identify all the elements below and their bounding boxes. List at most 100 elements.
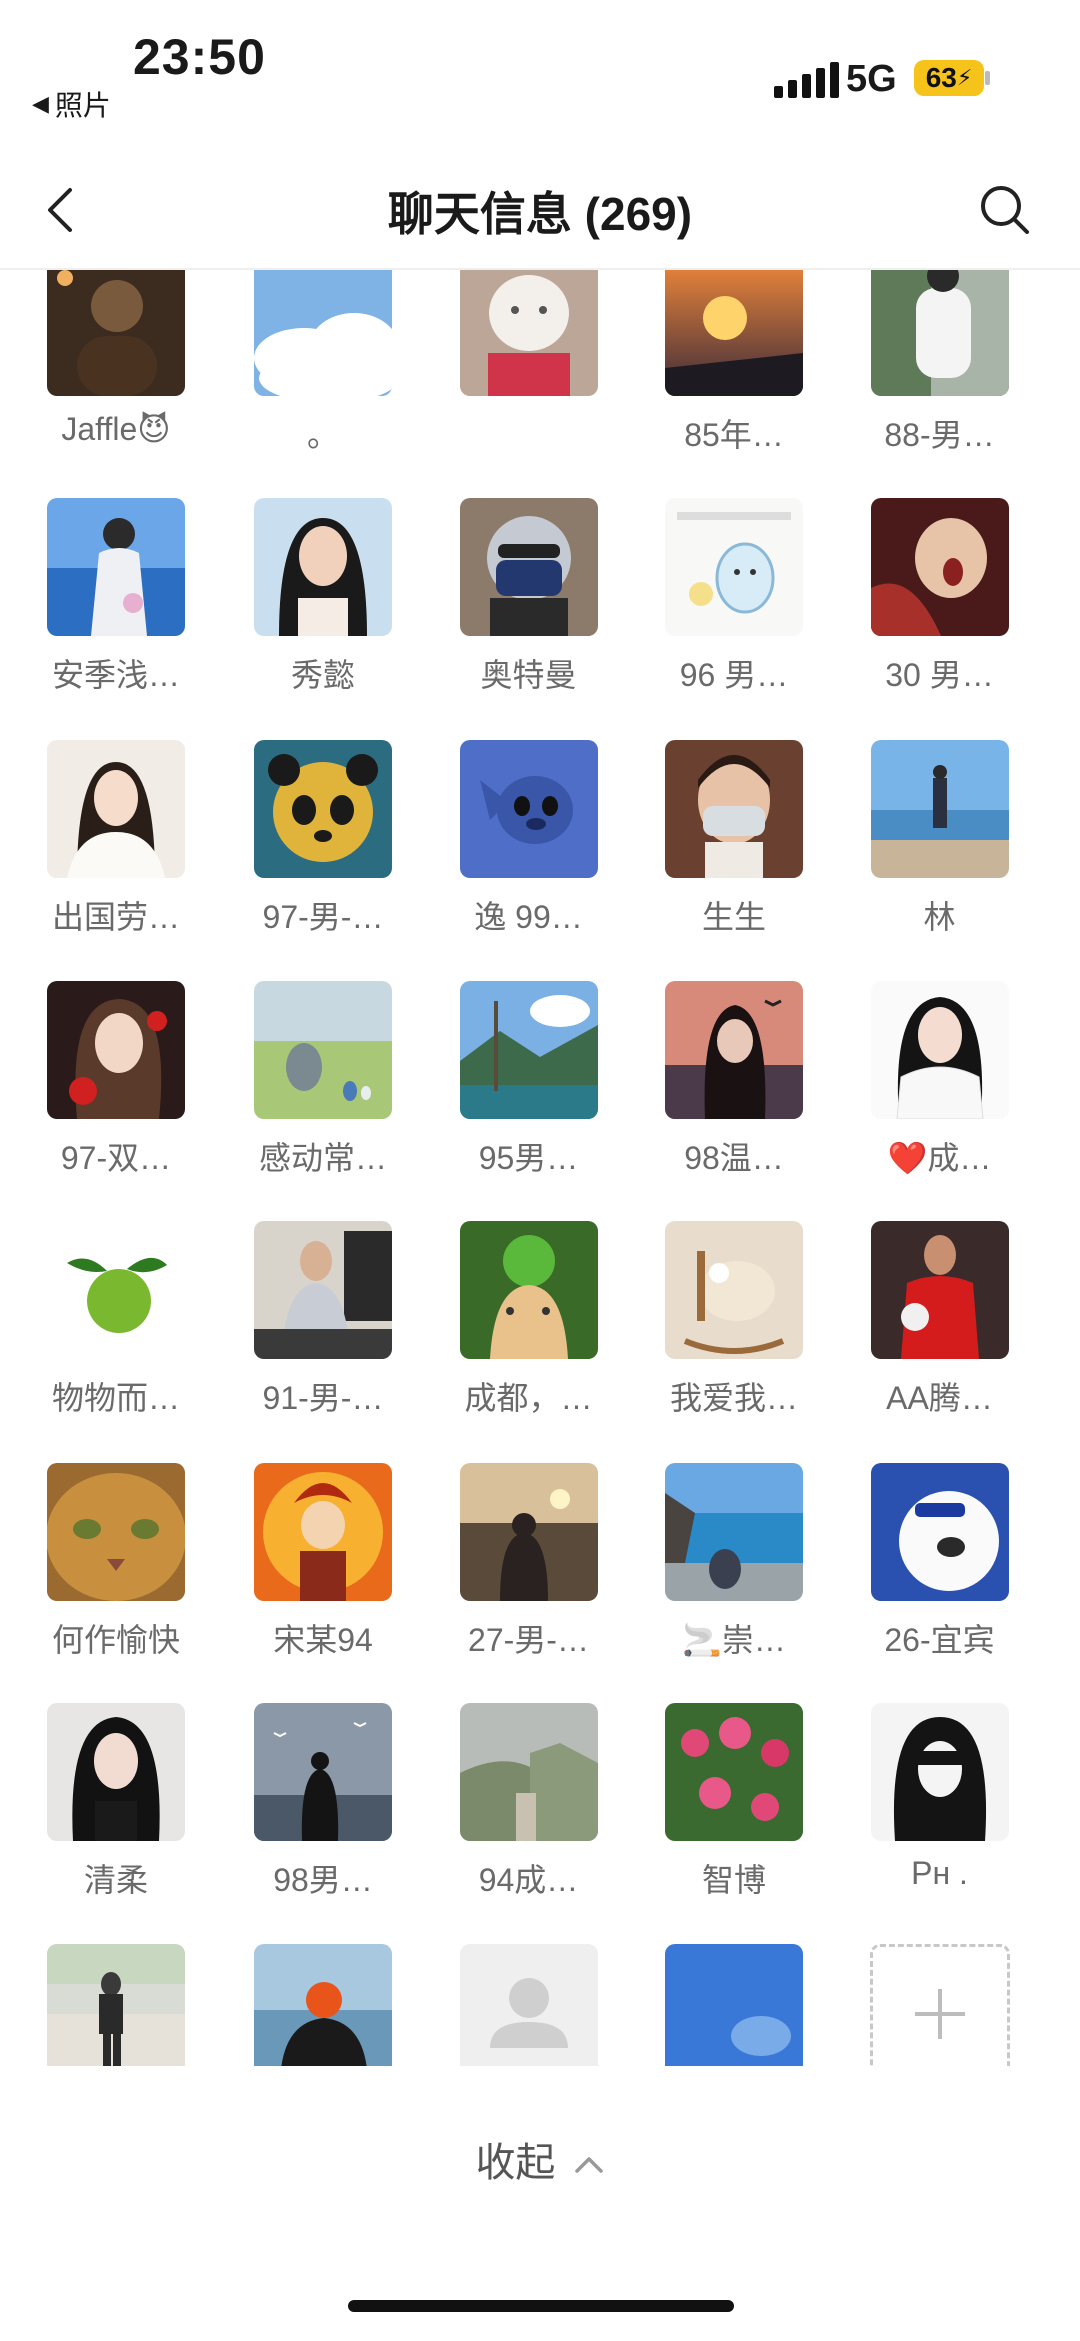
member-item[interactable]: 96 男… (632, 498, 837, 696)
member-item[interactable]: 🚬崇… (632, 1462, 837, 1661)
member-name: ❤️成… (887, 1140, 992, 1176)
member-item[interactable]: AA腾… (837, 1221, 1042, 1419)
battery-icon: 63 ⚡ (914, 60, 984, 96)
avatar (47, 1944, 185, 2066)
plus-icon (869, 1944, 1010, 2066)
avatar (459, 1702, 598, 1841)
member-item[interactable]: 奥特曼 (426, 498, 631, 696)
member-item[interactable]: 91-成… (221, 1944, 426, 2066)
back-triangle-icon: ◀ (32, 91, 49, 116)
search-icon (981, 186, 1029, 234)
member-item[interactable]: 生生 (632, 739, 837, 938)
avatar (870, 1221, 1009, 1359)
member-item[interactable]: 林 (837, 739, 1042, 938)
avatar (459, 1221, 598, 1359)
avatar (459, 981, 598, 1119)
avatar (665, 498, 803, 636)
avatar (47, 1221, 185, 1359)
member-item[interactable]: 91-男-… (221, 1221, 426, 1419)
member-item[interactable]: 27-男-… (426, 1462, 631, 1661)
member-item[interactable]: 98男… (221, 1702, 426, 1901)
avatar (254, 270, 392, 396)
member-item[interactable]: 感动常… (221, 981, 426, 1179)
back-to-app-link[interactable]: ◀ 照片 (32, 84, 111, 124)
member-item[interactable]: 物物而… (14, 1221, 219, 1419)
member-name: 出国劳… (51, 898, 180, 935)
member-item[interactable]: 85年… (632, 270, 837, 456)
member-item[interactable]: 🚩 (632, 1944, 837, 2066)
member-name: 安季浅… (51, 657, 180, 693)
member-name: 我爱我… (669, 1380, 798, 1416)
avatar (459, 1462, 598, 1601)
member-name: 🚬崇… (682, 1621, 786, 1658)
avatar (870, 981, 1009, 1119)
member-item[interactable]: 97-男-… (221, 739, 426, 938)
member-item[interactable]: 清柔 (14, 1702, 219, 1901)
member-name: 97-男-… (262, 898, 384, 935)
avatar (47, 1702, 185, 1841)
member-item[interactable]: 何作愉快 (14, 1462, 219, 1661)
avatar (47, 981, 185, 1119)
avatar (254, 739, 392, 878)
member-item[interactable]: 98温… (632, 981, 837, 1179)
avatar (47, 1462, 185, 1601)
member-name: 秀懿 (290, 657, 355, 693)
member-item[interactable]: Jaffle😈 (14, 270, 219, 448)
avatar (665, 1944, 803, 2066)
member-name: Jaffle😈 (61, 411, 171, 447)
member-item[interactable]: 成都，… (426, 1221, 631, 1419)
member-item[interactable]: 26-宜宾 (837, 1462, 1042, 1661)
battery-cap (985, 71, 990, 85)
page-title: 聊天信息 (269) (387, 188, 693, 240)
member-item[interactable]: 97-双… (14, 981, 219, 1179)
member-item[interactable]: 我爱我… (632, 1221, 837, 1419)
member-name: 85年… (684, 417, 784, 453)
signal-icon (774, 62, 839, 98)
add-member-button[interactable] (837, 1944, 1042, 2066)
avatar (870, 270, 1009, 396)
member-item[interactable]: 安季浅… (14, 498, 219, 696)
member-name: 奥特曼 (480, 657, 577, 693)
member-name: 91-男-… (262, 1380, 384, 1416)
avatar (254, 1702, 392, 1841)
member-item[interactable]: 秀懿 (221, 498, 426, 696)
member-name: 物物而… (51, 1380, 180, 1416)
avatar (665, 981, 803, 1119)
member-name: AA腾… (886, 1380, 993, 1416)
avatar (870, 739, 1009, 878)
member-item[interactable]: 95男… (426, 981, 631, 1179)
member-item[interactable]: 智博 (632, 1702, 837, 1901)
member-name: 逸 99… (474, 898, 583, 935)
member-name: 成都，… (464, 1380, 593, 1416)
search-button[interactable] (975, 180, 1035, 240)
member-name: 林 (923, 898, 956, 935)
avatar (459, 498, 598, 636)
member-item[interactable]: 郭兴三 (426, 1944, 631, 2066)
member-item[interactable]: 88-男… (837, 270, 1042, 456)
avatar (47, 739, 185, 878)
member-item[interactable]: ❤️成… (837, 981, 1042, 1179)
member-item[interactable]: Pн . (837, 1702, 1042, 1892)
member-item[interactable]: 逸 99… (426, 739, 631, 938)
member-item[interactable]: 。 (221, 270, 426, 456)
battery-level: 63 (925, 62, 957, 93)
avatar (665, 739, 803, 878)
member-item[interactable]: 李先生 (14, 1944, 219, 2066)
avatar (254, 498, 392, 636)
member-name: Pн . (911, 1854, 968, 1891)
member-name: 生生 (701, 898, 766, 935)
member-item[interactable]: 94成… (426, 1702, 631, 1901)
member-item[interactable]: 30 男… (837, 498, 1042, 696)
avatar (254, 1462, 392, 1601)
member-item[interactable]: 出国劳… (14, 739, 219, 938)
collapse-button[interactable]: 收起 (0, 2130, 1080, 2188)
member-name: 30 男… (885, 657, 994, 693)
status-bar: 23:50 ◀ 照片 5G 63 ⚡ (0, 0, 1080, 150)
avatar (254, 1944, 392, 2066)
member-item[interactable] (426, 270, 631, 410)
member-name: 98男… (273, 1861, 373, 1898)
member-item[interactable]: 宋某94 (221, 1462, 426, 1661)
avatar (665, 1221, 803, 1359)
avatar (870, 1702, 1009, 1841)
avatar (47, 498, 185, 636)
